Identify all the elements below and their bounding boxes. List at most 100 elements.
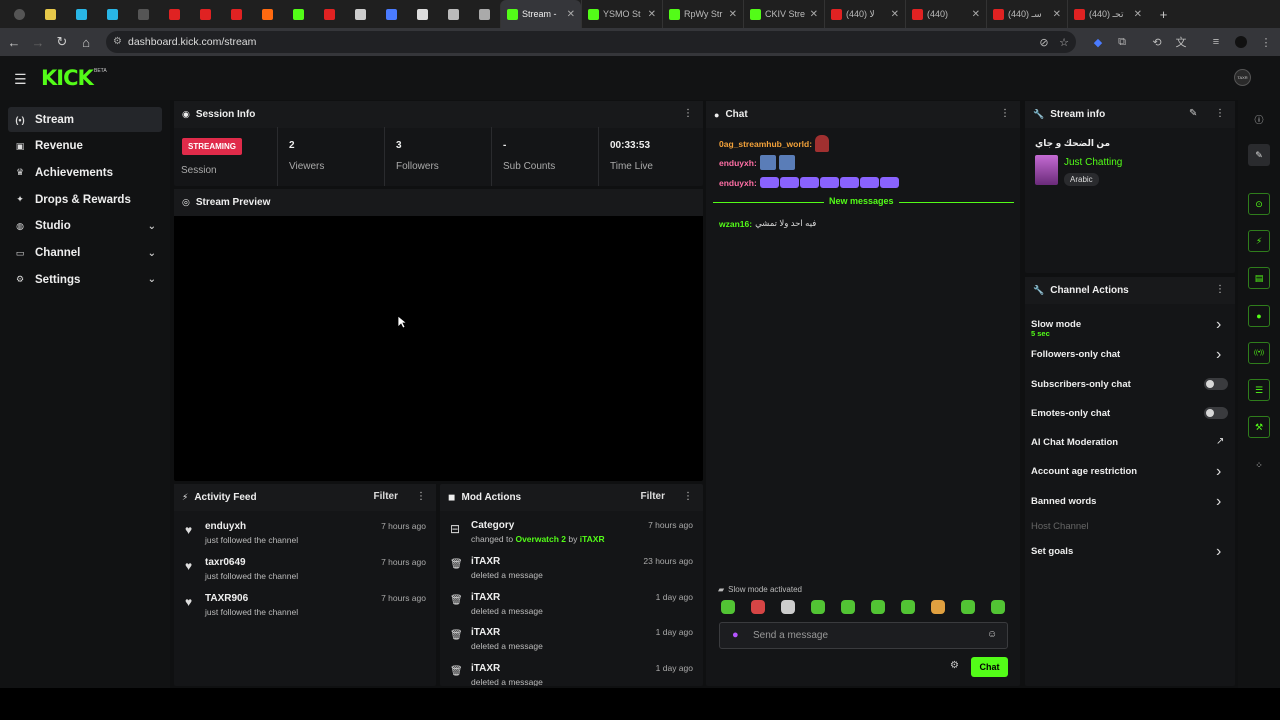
chat-bubble-icon[interactable]: ● — [1248, 305, 1270, 327]
forward-icon[interactable]: → — [26, 30, 50, 54]
category-link[interactable]: Just Chatting — [1064, 157, 1122, 168]
close-tab-icon[interactable]: ✕ — [972, 9, 980, 20]
browser-tab[interactable]: RpWy Str ✕ — [662, 0, 743, 28]
close-tab-icon[interactable]: ✕ — [729, 9, 737, 20]
chat-input[interactable]: ● Send a message ☺ — [719, 622, 1008, 649]
sidebar-item-revenue[interactable]: ▣ Revenue — [8, 134, 162, 159]
address-bar[interactable]: ⚙ dashboard.kick.com/stream — [106, 31, 1076, 53]
chat-menu-icon[interactable]: ⋮ — [1000, 108, 1010, 119]
chat-username[interactable]: enduyxh: — [719, 158, 757, 168]
sidebar-item-drops-rewards[interactable]: ✦ Drops & Rewards — [8, 187, 162, 212]
browser-tab[interactable] — [407, 0, 438, 28]
browser-tab[interactable]: (440) سـ ✕ — [986, 0, 1067, 28]
chat-settings-icon[interactable]: ⚙ — [950, 660, 959, 671]
chat-message[interactable]: 0ag_streamhub_world: — [719, 135, 830, 152]
kick-logo[interactable]: KICK — [41, 66, 94, 90]
sidebar-item-stream[interactable]: (•) Stream — [8, 107, 162, 132]
toggle-switch[interactable] — [1204, 378, 1228, 390]
target-icon[interactable]: ⊙ — [1248, 193, 1270, 215]
external-link-icon[interactable]: ↗ — [1216, 436, 1224, 447]
activity-menu-icon[interactable]: ⋮ — [416, 491, 426, 502]
channel-action-banned-words[interactable]: Banned words — [1031, 496, 1096, 507]
browser-tab[interactable] — [4, 0, 35, 28]
browser-tab[interactable] — [128, 0, 159, 28]
mod-name[interactable]: iTAXR — [471, 627, 500, 638]
mod-name[interactable]: iTAXR — [471, 592, 500, 603]
browser-tab[interactable] — [66, 0, 97, 28]
channel-action-subscribers-only-chat[interactable]: Subscribers-only chat — [1031, 379, 1131, 390]
extension-blue-icon[interactable]: ◆ — [1090, 34, 1106, 50]
sidebar-item-achievements[interactable]: ♛ Achievements — [8, 160, 162, 185]
quick-emote-button[interactable] — [751, 600, 765, 614]
quick-emote-button[interactable] — [871, 600, 885, 614]
mod-filter-button[interactable]: Filter — [641, 491, 665, 502]
follower-name[interactable]: TAXR906 — [205, 593, 248, 604]
home-icon[interactable]: ⌂ — [74, 30, 98, 54]
quick-emote-button[interactable] — [991, 600, 1005, 614]
browser-menu-icon[interactable]: ⋮ — [1258, 34, 1274, 50]
browser-tab[interactable] — [376, 0, 407, 28]
site-info-icon[interactable]: ⚙ — [113, 36, 122, 47]
browser-tab[interactable] — [221, 0, 252, 28]
browser-tab[interactable]: (440) تحـ ✕ — [1067, 0, 1148, 28]
translate-icon[interactable]: 文 — [1173, 34, 1189, 50]
chevron-right-icon[interactable]: › — [1216, 316, 1221, 334]
channel-action-set-goals[interactable]: Set goals — [1031, 546, 1073, 557]
media-icon[interactable]: ≡ — [1208, 34, 1224, 50]
browser-tab[interactable] — [438, 0, 469, 28]
history-icon[interactable]: ⟲ — [1149, 34, 1165, 50]
pencil-icon[interactable]: ✎ — [1248, 144, 1270, 166]
hamburger-menu-icon[interactable]: ☰ — [14, 71, 27, 88]
avatar[interactable]: TAXR — [1234, 69, 1251, 86]
quick-emote-button[interactable] — [721, 600, 735, 614]
toggle-switch[interactable] — [1204, 407, 1228, 419]
channel-action-followers-only-chat[interactable]: Followers-only chat — [1031, 349, 1120, 360]
chevron-right-icon[interactable]: › — [1216, 463, 1221, 481]
quick-emote-button[interactable] — [781, 600, 795, 614]
browser-tab[interactable] — [190, 0, 221, 28]
extensions-icon[interactable]: ⧉ — [1114, 34, 1130, 50]
chat-message[interactable]: wzan16: فيه احد ولا تمشي — [719, 218, 816, 229]
browser-tab[interactable] — [283, 0, 314, 28]
chat-username[interactable]: 0ag_streamhub_world: — [719, 139, 812, 149]
bolt-icon[interactable]: ⚡ — [1248, 230, 1270, 252]
profile-icon[interactable] — [1233, 34, 1249, 50]
mod-name[interactable]: iTAXR — [471, 663, 500, 674]
channel-actions-menu-icon[interactable]: ⋮ — [1215, 284, 1225, 295]
chevron-right-icon[interactable]: › — [1216, 493, 1221, 511]
browser-tab[interactable] — [35, 0, 66, 28]
browser-tab[interactable] — [97, 0, 128, 28]
grid-dots-icon[interactable]: ⁘ — [1248, 454, 1270, 476]
browser-tab[interactable]: (440) ✕ — [905, 0, 986, 28]
new-tab-icon[interactable]: + — [1148, 0, 1179, 28]
chat-username[interactable]: enduyxh: — [719, 178, 757, 188]
language-tag[interactable]: Arabic — [1064, 173, 1099, 186]
star-icon[interactable]: ☆ — [1056, 34, 1072, 50]
quick-emote-button[interactable] — [841, 600, 855, 614]
browser-tab[interactable]: YSMO St ✕ — [581, 0, 662, 28]
info-icon[interactable]: ⓘ — [1248, 108, 1270, 130]
game-link[interactable]: Overwatch 2 — [515, 534, 566, 544]
quick-emote-button[interactable] — [901, 600, 915, 614]
mod-name[interactable]: iTAXR — [471, 556, 500, 567]
browser-tab[interactable]: Stream - ✕ — [500, 0, 581, 28]
activity-filter-button[interactable]: Filter — [374, 491, 398, 502]
broadcast-icon[interactable]: ((•)) — [1248, 342, 1270, 364]
quick-emote-button[interactable] — [811, 600, 825, 614]
sidebar-item-studio[interactable]: ◍ Studio ⌄ — [8, 214, 162, 239]
stream-preview-panel[interactable]: ◎ Stream Preview — [174, 189, 703, 481]
close-tab-icon[interactable]: ✕ — [567, 9, 575, 20]
quick-emote-button[interactable] — [931, 600, 945, 614]
close-tab-icon[interactable]: ✕ — [810, 9, 818, 20]
chevron-right-icon[interactable]: › — [1216, 346, 1221, 364]
eye-off-icon[interactable]: ⊘ — [1036, 34, 1052, 50]
browser-tab[interactable] — [345, 0, 376, 28]
channel-action-account-age-restriction[interactable]: Account age restriction — [1031, 466, 1137, 477]
chat-message[interactable]: enduyxh: — [719, 155, 795, 170]
browser-tab[interactable]: CKIV Stre ✕ — [743, 0, 824, 28]
browser-tab[interactable] — [159, 0, 190, 28]
channel-action-ai-chat-moderation[interactable]: AI Chat Moderation — [1031, 437, 1118, 448]
chat-send-button[interactable]: Chat — [971, 657, 1008, 677]
back-icon[interactable]: ← — [2, 30, 26, 54]
close-tab-icon[interactable]: ✕ — [648, 9, 656, 20]
